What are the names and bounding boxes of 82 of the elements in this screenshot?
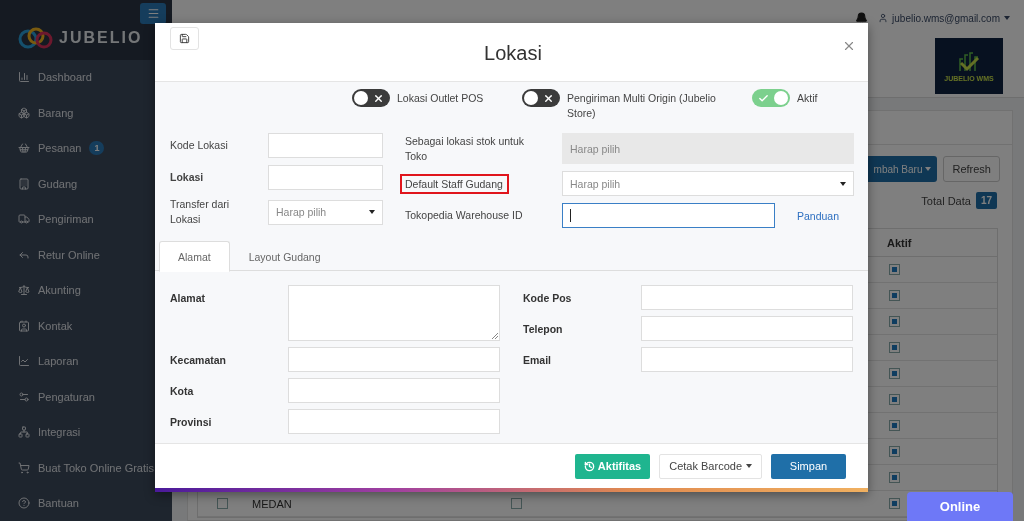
active-checkbox[interactable] <box>889 420 900 431</box>
building-icon <box>18 177 30 190</box>
field-label: Kode Lokasi <box>170 138 229 153</box>
sidebar-item[interactable]: Pengiriman <box>0 201 172 237</box>
sidebar-item[interactable]: Barang <box>0 95 172 131</box>
logo-icon <box>18 26 54 49</box>
field-label: Tokopedia Warehouse ID <box>405 208 524 223</box>
check-icon <box>758 92 769 104</box>
chat-button[interactable]: Online <box>907 492 1013 521</box>
toggle-label: Lokasi Outlet POS <box>397 91 484 106</box>
network-icon <box>18 426 30 439</box>
guide-link[interactable]: Panduan <box>797 209 840 222</box>
total-badge: 17 <box>975 192 997 209</box>
toggle-switch[interactable] <box>522 89 560 107</box>
close-button[interactable] <box>842 39 856 53</box>
help-icon <box>18 497 30 510</box>
active-checkbox[interactable] <box>889 446 900 457</box>
active-checkbox[interactable] <box>889 342 900 353</box>
field-label: Default Staff Gudang <box>400 173 509 194</box>
toggle-label: Pengiriman Multi Origin (Jubelio Store) <box>567 91 717 121</box>
count-badge: 1 <box>89 141 105 156</box>
field-label: Lokasi <box>170 170 205 185</box>
column-header: Aktif <box>875 229 975 257</box>
sidebar-item[interactable]: Buat Toko Online Gratis <box>0 450 172 486</box>
save-button[interactable]: Simpan <box>771 453 846 479</box>
brand-name: JUBELIO <box>59 28 143 47</box>
chart-icon <box>18 71 30 84</box>
input-field[interactable] <box>562 203 775 228</box>
toggle-switch[interactable] <box>752 89 790 107</box>
field-label: Email <box>523 353 552 366</box>
field-label: Alamat <box>170 291 206 304</box>
sidebar-item[interactable]: Kontak <box>0 308 172 344</box>
cross-icon <box>543 92 554 104</box>
table-checkbox[interactable] <box>511 498 522 509</box>
print-barcode-button[interactable]: Cetak Barcode <box>659 453 762 479</box>
basket-icon <box>18 142 30 155</box>
active-checkbox[interactable] <box>889 472 900 483</box>
sidebar-item[interactable]: Bantuan <box>0 485 172 521</box>
save-icon-button[interactable] <box>170 27 199 50</box>
refresh-button[interactable]: Refresh <box>943 156 1000 182</box>
history-icon <box>583 460 595 472</box>
sidebar-item[interactable]: Dashboard <box>0 59 172 95</box>
tab[interactable]: Layout Gudang <box>229 241 340 272</box>
resize-grip-icon[interactable] <box>491 332 498 339</box>
cross-icon <box>373 92 384 104</box>
user-menu[interactable]: jubelio.wms@gmail.com <box>878 12 1010 24</box>
active-checkbox[interactable] <box>889 316 900 327</box>
cart-icon <box>18 461 30 474</box>
select-field[interactable]: Harap pilih <box>268 199 383 225</box>
active-checkbox[interactable] <box>889 264 900 275</box>
activity-button[interactable]: Aktifitas <box>574 453 651 479</box>
bell-icon[interactable] <box>855 11 869 25</box>
field-label: Provinsi <box>170 415 213 428</box>
toggle-label: Aktif <box>797 91 818 106</box>
user-icon <box>878 13 889 23</box>
field-label: Telepon <box>523 322 564 335</box>
field-label: Kota <box>170 384 195 397</box>
scale-icon <box>18 284 30 297</box>
settings-icon <box>18 390 30 403</box>
active-checkbox[interactable] <box>889 394 900 405</box>
boxes-icon <box>18 106 30 119</box>
table-cell: MEDAN <box>252 497 292 510</box>
toggle-switch[interactable] <box>352 89 390 107</box>
sidebar-item[interactable]: Pesanan 1 <box>0 130 172 166</box>
total-label: Total Data <box>921 194 971 207</box>
dialog-title: Lokasi <box>484 41 542 65</box>
contact-card-icon <box>18 319 30 332</box>
active-checkbox[interactable] <box>889 368 900 379</box>
row-checkbox[interactable] <box>217 498 228 509</box>
truck-icon <box>18 213 30 226</box>
active-checkbox[interactable] <box>889 290 900 301</box>
field-label: Sebagai lokasi stok untuk Toko <box>405 133 526 164</box>
line-chart-icon <box>18 355 30 368</box>
save-icon <box>179 33 190 44</box>
tab[interactable]: Alamat <box>159 241 230 272</box>
menu-button[interactable] <box>140 3 166 24</box>
field-label: Kecamatan <box>170 353 228 366</box>
menu-icon <box>146 7 160 20</box>
select-field[interactable]: Harap pilih <box>562 171 854 196</box>
field-label: Kode Pos <box>523 291 573 304</box>
active-checkbox[interactable] <box>889 498 900 509</box>
field-label: Transfer dari Lokasi <box>170 197 231 227</box>
